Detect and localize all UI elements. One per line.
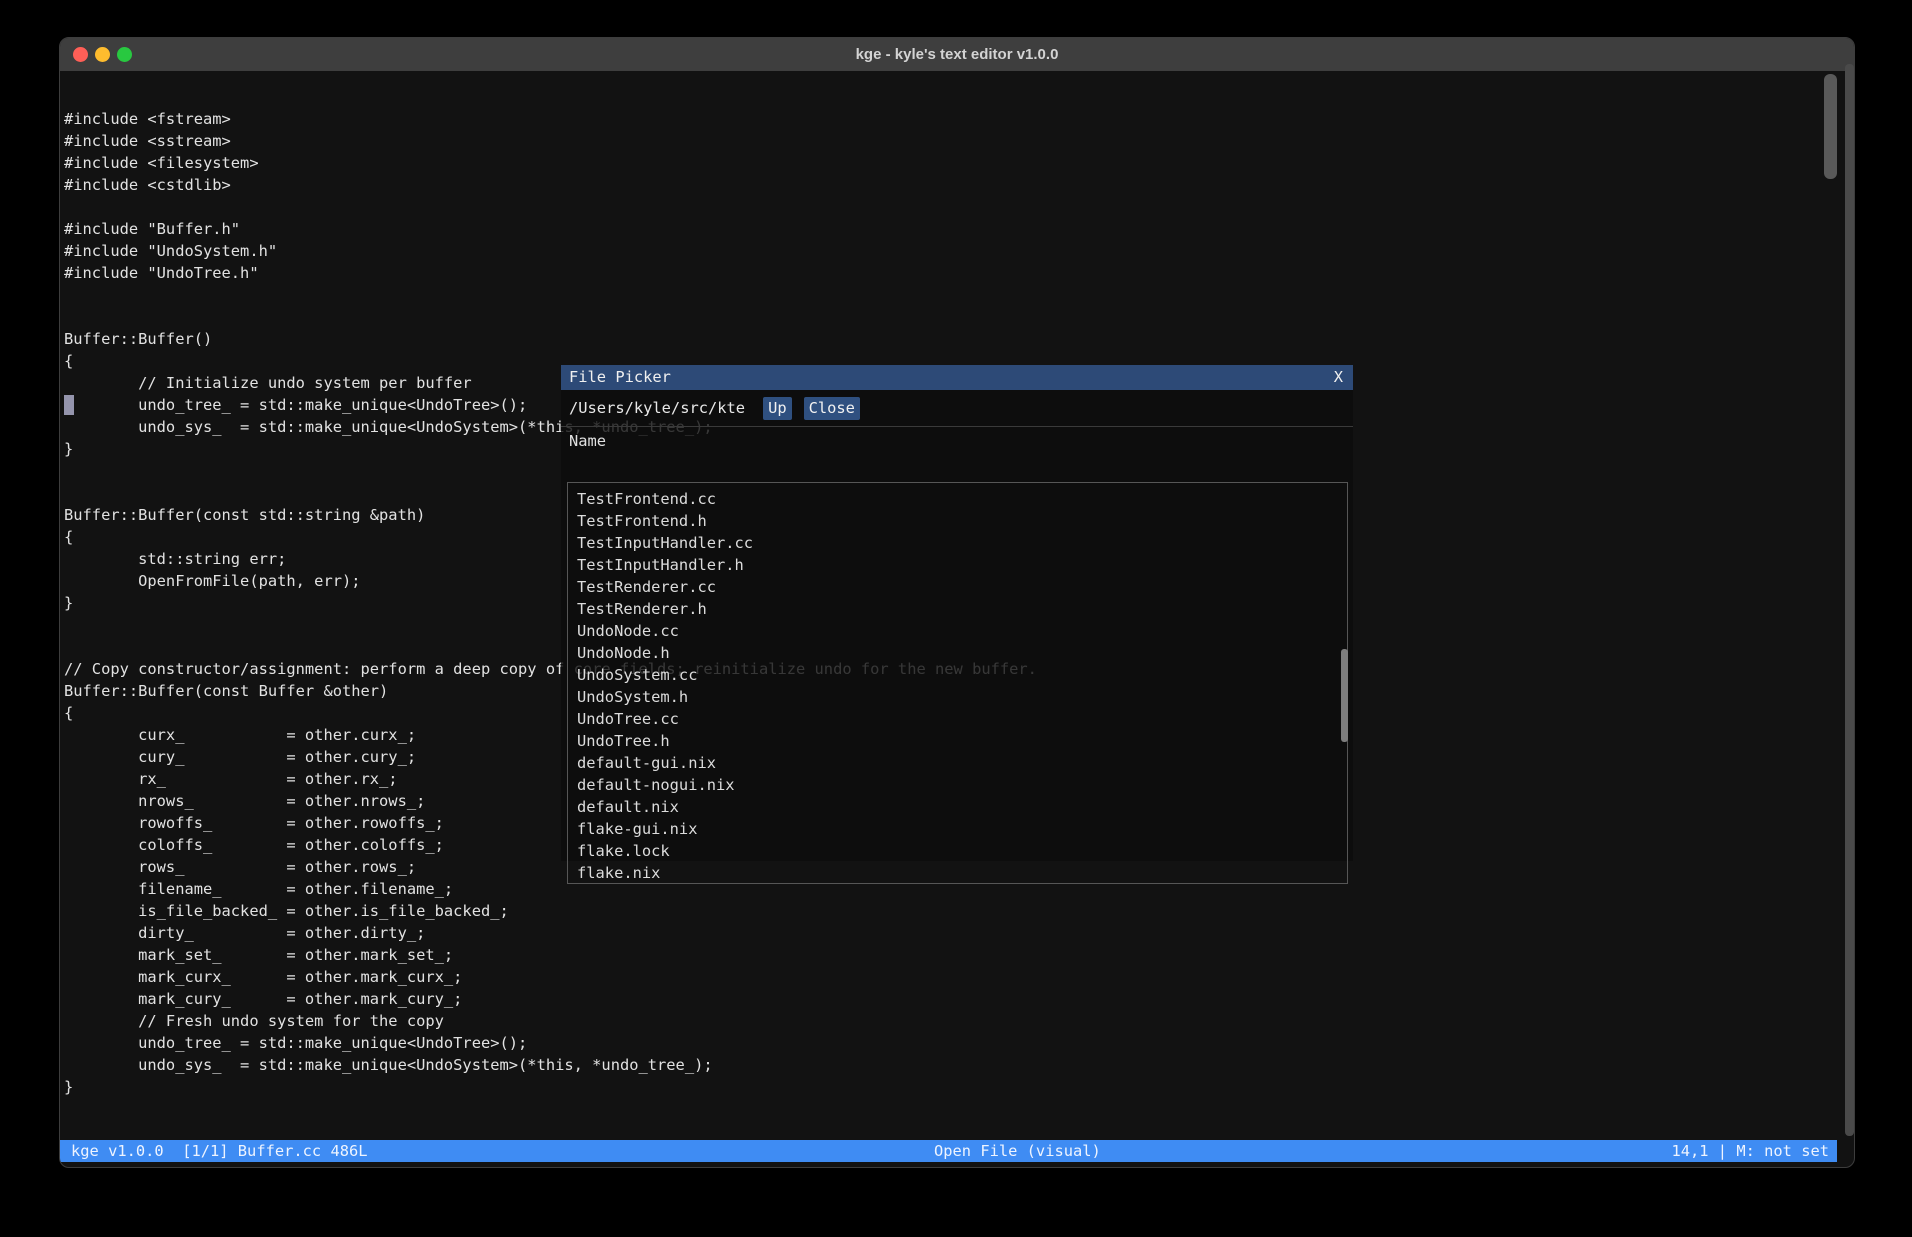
editor-scrollbar-track[interactable] [1845,64,1854,1136]
file-list-item[interactable]: flake.nix [568,862,1347,884]
code-line[interactable] [64,1120,1855,1142]
code-line[interactable]: #include <sstream> [64,130,1855,152]
file-list-item[interactable]: TestInputHandler.h [568,554,1347,576]
file-list-item[interactable]: TestRenderer.cc [568,576,1347,598]
file-list-item[interactable]: UndoSystem.h [568,686,1347,708]
code-line[interactable]: undo_tree_ = std::make_unique<UndoTree>(… [64,1032,1855,1054]
close-button[interactable]: Close [804,397,860,420]
code-line[interactable]: mark_curx_ = other.mark_curx_; [64,966,1855,988]
code-line[interactable]: // Fresh undo system for the copy [64,1010,1855,1032]
file-list-scrollbar-thumb[interactable] [1341,649,1348,742]
app-window: kge - kyle's text editor v1.0.0 #include… [59,37,1855,1168]
status-bar: kge v1.0.0 [1/1] Buffer.cc 486L Open Fil… [60,1140,1837,1162]
file-list-item[interactable]: UndoTree.cc [568,708,1347,730]
code-line[interactable]: #include <filesystem> [64,152,1855,174]
window-title: kge - kyle's text editor v1.0.0 [60,46,1854,63]
column-header-name: Name [561,427,1353,455]
current-path: /Users/kyle/src/kte [569,399,745,417]
file-list-item[interactable]: flake.lock [568,840,1347,862]
code-line[interactable]: dirty_ = other.dirty_; [64,922,1855,944]
window-titlebar[interactable]: kge - kyle's text editor v1.0.0 [60,38,1854,71]
file-list-item[interactable]: TestFrontend.cc [568,488,1347,510]
dialog-body: /Users/kyle/src/kte Up Close Name TestFr… [561,390,1353,861]
file-list-item[interactable]: UndoNode.h [568,642,1347,664]
file-list-item[interactable]: flake-gui.nix [568,818,1347,840]
file-list-item[interactable]: TestFrontend.h [568,510,1347,532]
status-version-file: kge v1.0.0 [1/1] Buffer.cc 486L [71,1140,368,1162]
up-button[interactable]: Up [763,397,792,420]
code-line[interactable]: undo_sys_ = std::make_unique<UndoSystem>… [64,1054,1855,1076]
editor-scrollbar-thumb[interactable] [1824,74,1837,179]
path-row: /Users/kyle/src/kte Up Close [561,390,1353,426]
code-line[interactable]: #include <cstdlib> [64,174,1855,196]
file-list-item[interactable]: TestInputHandler.cc [568,532,1347,554]
code-line[interactable]: #include <fstream> [64,108,1855,130]
file-list-item[interactable]: default-gui.nix [568,752,1347,774]
file-list-item[interactable]: UndoTree.h [568,730,1347,752]
dialog-title: File Picker [569,365,671,390]
code-line[interactable]: #include "UndoTree.h" [64,262,1855,284]
code-line[interactable] [64,306,1855,328]
code-line[interactable] [64,196,1855,218]
code-line[interactable]: #include "Buffer.h" [64,218,1855,240]
code-line[interactable]: is_file_backed_ = other.is_file_backed_; [64,900,1855,922]
file-picker-dialog: File Picker X /Users/kyle/src/kte Up Clo… [561,365,1353,861]
status-cursor-mark: 14,1 | M: not set [1671,1140,1829,1162]
file-list-item[interactable]: UndoNode.cc [568,620,1347,642]
file-list-item[interactable]: UndoSystem.cc [568,664,1347,686]
file-list-item[interactable]: default.nix [568,796,1347,818]
text-cursor [64,395,74,415]
dialog-titlebar[interactable]: File Picker X [561,365,1353,390]
code-line[interactable] [64,284,1855,306]
code-line[interactable]: #include "UndoSystem.h" [64,240,1855,262]
code-line[interactable] [64,1098,1855,1120]
code-line[interactable]: mark_set_ = other.mark_set_; [64,944,1855,966]
file-list-item[interactable]: TestRenderer.h [568,598,1347,620]
code-line[interactable]: mark_cury_ = other.mark_cury_; [64,988,1855,1010]
code-line[interactable]: } [64,1076,1855,1098]
status-mode: Open File (visual) [934,1140,1101,1162]
file-list-item[interactable]: default-nogui.nix [568,774,1347,796]
code-line[interactable]: Buffer::Buffer() [64,328,1855,350]
dialog-close-icon[interactable]: X [1334,365,1343,390]
file-list: TestFrontend.cc TestFrontend.h TestInput… [567,482,1348,884]
